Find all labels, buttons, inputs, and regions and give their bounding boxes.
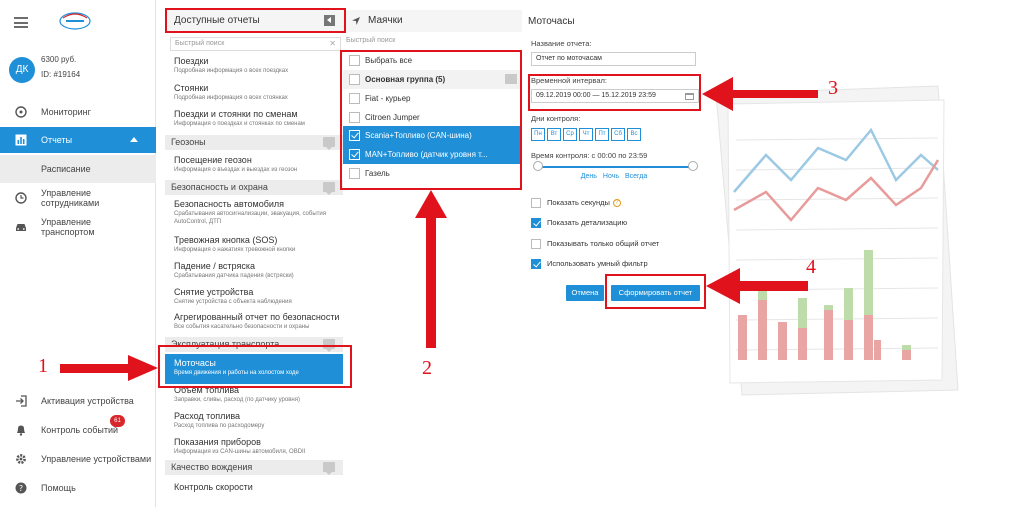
arrow-3-icon xyxy=(702,77,818,111)
arrow-2-icon xyxy=(415,190,447,348)
annotation-arrows xyxy=(60,77,818,381)
annotation-number-3: 3 xyxy=(828,77,838,99)
arrow-1-icon xyxy=(60,355,158,381)
app-root: ДК 6300 руб. ID: #19164 Мониторинг Отчет… xyxy=(0,0,1024,507)
annotation-number-4: 4 xyxy=(806,256,816,278)
arrow-4-icon xyxy=(706,268,808,304)
annotation-number-2: 2 xyxy=(422,357,432,379)
annotation-number-1: 1 xyxy=(38,355,48,377)
